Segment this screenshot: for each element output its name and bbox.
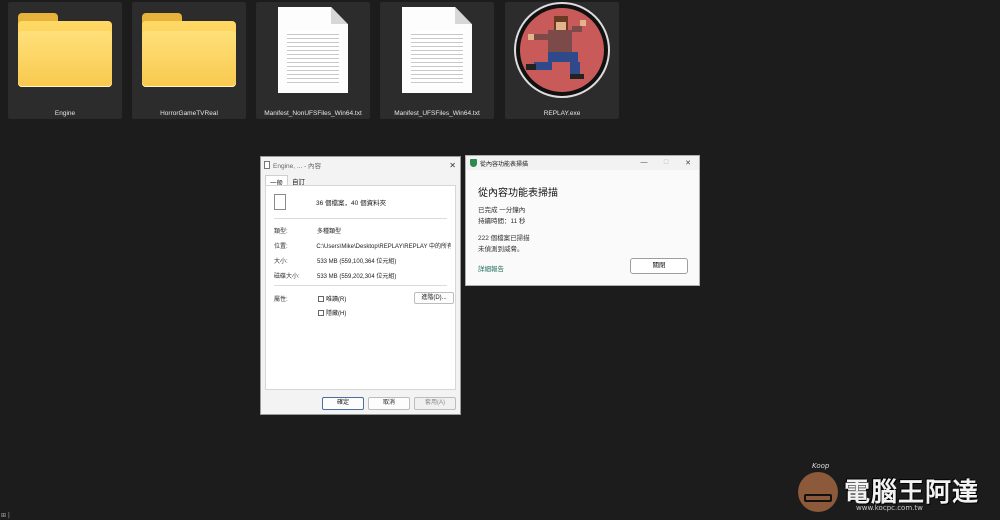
cancel-button[interactable]: 取消 [368, 397, 410, 410]
ok-button[interactable]: 確定 [322, 397, 364, 410]
checkbox-box[interactable] [318, 295, 324, 302]
hidden-checkbox[interactable]: 隱藏(H) [318, 308, 346, 317]
file-name: REPLAY.exe [543, 110, 581, 117]
divider [274, 285, 447, 286]
file-name: Engine [54, 110, 76, 117]
hidden-label: 隱藏(H) [326, 311, 347, 317]
properties-title: Engine, ... - 內容 [273, 163, 322, 170]
scan-dialog: 從內容功能表掃描 — □ ✕ 從內容功能表掃描 已完成 一分鐘內 持續時間：11… [465, 155, 700, 286]
file-engine[interactable]: Engine [8, 2, 122, 119]
type-label: 類型: [274, 229, 288, 235]
checkbox-box[interactable] [318, 309, 324, 316]
text-file-icon [278, 7, 348, 93]
close-button[interactable]: 關閉 [630, 258, 688, 274]
running-man-icon [526, 16, 586, 79]
folder-icon [18, 13, 112, 87]
folder-icon [142, 13, 236, 87]
file-name: Manifest_NonUFSFiles_Win64.txt [264, 110, 362, 117]
scan-status-duration: 持續時間：11 秒 [478, 218, 526, 225]
text-file-icon [402, 7, 472, 93]
divider [274, 218, 447, 219]
disk-size-label: 磁碟大小: [274, 274, 300, 280]
minimize-icon[interactable]: — [633, 159, 655, 167]
readonly-label: 唯讀(R) [326, 297, 347, 303]
scan-heading: 從內容功能表掃描 [478, 188, 558, 199]
scan-status-completed: 已完成 一分鐘內 [478, 207, 526, 214]
taskbar-hint: ⊞ | [1, 512, 10, 519]
multi-file-icon [274, 194, 286, 210]
shield-icon [470, 159, 477, 167]
disk-size-value: 533 MB (559,202,304 位元組) [317, 274, 397, 280]
apply-button[interactable]: 套用(A) [414, 397, 456, 410]
type-row: 類型: 多種類型 [274, 226, 451, 235]
summary-text: 36 個檔案，40 個資料夾 [316, 200, 387, 207]
general-pane: 36 個檔案，40 個資料夾 類型: 多種類型 位置: C:\Users\Mik… [265, 185, 456, 390]
file-name: Manifest_UFSFiles_Win64.txt [394, 110, 480, 117]
scan-window-title: 從內容功能表掃描 [480, 161, 529, 168]
size-row: 大小: 533 MB (559,100,364 位元組) [274, 256, 451, 265]
window-controls: — □ ✕ [633, 159, 699, 167]
scan-file-count: 222 個檔案已掃描 [478, 235, 530, 242]
properties-titlebar[interactable]: Engine, ... - 內容 ✕ [261, 157, 460, 173]
file-replay-exe[interactable]: REPLAY.exe [505, 2, 619, 119]
close-icon[interactable]: ✕ [449, 161, 456, 170]
watermark: Koop 電腦王阿達 www.kocpc.com.tw [798, 462, 994, 514]
location-value[interactable]: C:\Users\Mike\Desktop\REPLAY\REPLAY 中的所有 [316, 241, 451, 250]
watermark-url: www.kocpc.com.tw [856, 504, 923, 512]
summary-row: 36 個檔案，40 個資料夾 [274, 194, 386, 210]
app-icon [516, 4, 608, 96]
maximize-icon[interactable]: □ [655, 159, 677, 167]
advanced-button[interactable]: 進階(D)... [414, 292, 454, 304]
file-manifest-ufs[interactable]: Manifest_UFSFiles_Win64.txt [380, 2, 494, 119]
dialog-buttons: 確定 取消 套用(A) [322, 397, 456, 410]
type-value: 多種類型 [317, 229, 342, 235]
close-icon[interactable]: ✕ [677, 159, 699, 167]
attributes-label: 屬性: [274, 297, 288, 303]
location-row: 位置: C:\Users\Mike\Desktop\REPLAY\REPLAY … [274, 241, 451, 250]
properties-dialog: Engine, ... - 內容 ✕ 一般 自訂 36 個檔案，40 個資料夾 … [260, 156, 461, 415]
size-label: 大小: [274, 259, 288, 265]
document-icon [264, 161, 270, 169]
scan-result: 未偵測到威脅。 [478, 246, 524, 253]
watermark-signature: Koop [812, 462, 830, 470]
location-label: 位置: [274, 244, 288, 250]
readonly-checkbox[interactable]: 唯讀(R) [318, 294, 346, 303]
disk-size-row: 磁碟大小: 533 MB (559,202,304 位元組) [274, 271, 451, 280]
file-manifest-nonufs[interactable]: Manifest_NonUFSFiles_Win64.txt [256, 2, 370, 119]
file-horrorgametvreal[interactable]: HorrorGameTVReal [132, 2, 246, 119]
size-value: 533 MB (559,100,364 位元組) [317, 259, 397, 265]
file-name: HorrorGameTVReal [160, 110, 218, 117]
scan-titlebar[interactable]: 從內容功能表掃描 — □ ✕ [466, 156, 699, 170]
mascot-avatar [798, 472, 838, 512]
detailed-report-link[interactable]: 詳細報告 [478, 263, 504, 273]
